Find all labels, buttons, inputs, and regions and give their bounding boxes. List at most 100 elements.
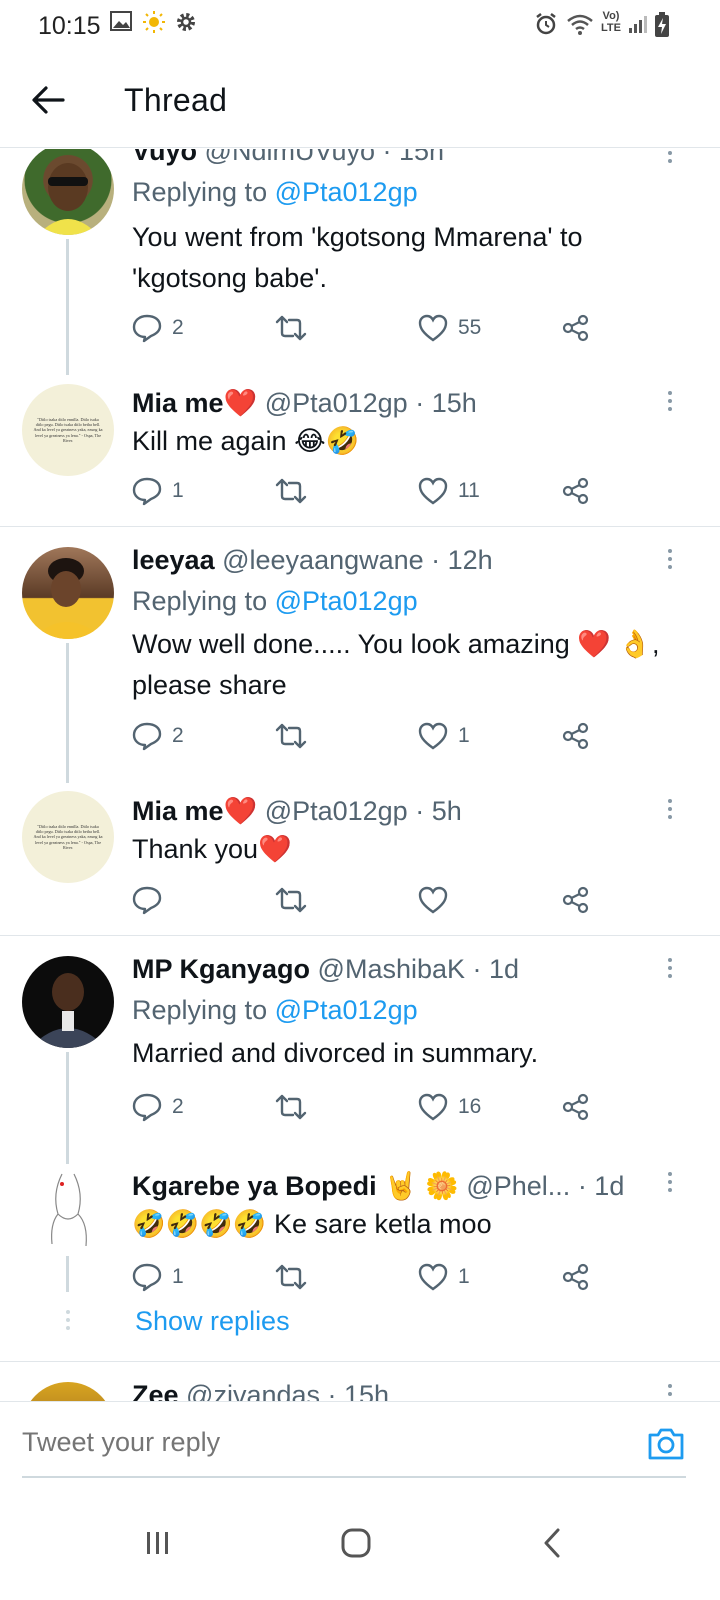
camera-button[interactable] — [646, 1426, 686, 1467]
more-vertical-icon[interactable] — [666, 799, 674, 823]
tweet-item[interactable]: Zee @zivandas · 15h — [0, 1362, 720, 1401]
author-name[interactable]: Zee — [132, 1380, 179, 1401]
author-name[interactable]: Mia me — [132, 388, 224, 418]
reply-button[interactable]: 2 — [132, 1090, 184, 1124]
like-button[interactable]: 11 — [418, 474, 480, 508]
retweet-button[interactable] — [274, 474, 308, 508]
share-button[interactable] — [562, 883, 590, 917]
like-button[interactable]: 1 — [418, 1260, 470, 1294]
avatar[interactable]: "Ditlo tsaka ditlo ennilla. Ditlo tsaka … — [22, 791, 114, 883]
retweet-button[interactable] — [274, 311, 308, 345]
like-count: 55 — [458, 316, 482, 339]
like-button[interactable]: 16 — [418, 1090, 481, 1124]
reply-count: 2 — [172, 316, 184, 339]
recent-apps-button[interactable] — [128, 1515, 188, 1571]
like-button[interactable]: 55 — [418, 311, 481, 345]
camera-icon — [648, 1428, 684, 1460]
retweet-button[interactable] — [274, 883, 308, 917]
retweet-icon — [275, 1094, 307, 1120]
author-name[interactable]: Kgarebe ya Bopedi — [132, 1171, 377, 1201]
share-button[interactable] — [562, 311, 590, 345]
reply-button[interactable] — [132, 883, 162, 917]
more-vertical-icon[interactable] — [666, 391, 674, 415]
mention-link[interactable]: @Pta012gp — [275, 177, 418, 207]
avatar[interactable] — [22, 1382, 114, 1401]
home-button[interactable] — [326, 1515, 386, 1571]
mention-link[interactable]: @Pta012gp — [275, 586, 418, 616]
show-replies-link[interactable]: Show replies — [135, 1306, 290, 1337]
tweet-item[interactable]: Vuyo @NdimUVuyo · 15h Replying to @Pta01… — [0, 149, 720, 379]
tweet-text: Wow well done..... You look amazing ❤️ 👌… — [132, 629, 660, 700]
heart-icon — [418, 477, 448, 505]
tweet-item[interactable]: "Ditlo tsaka ditlo ennilla. Ditlo tsaka … — [0, 379, 720, 525]
share-icon — [562, 1093, 589, 1121]
tweet-item[interactable]: MP Kganyago @MashibaK · 1d Replying to @… — [0, 936, 720, 1272]
more-vertical-icon[interactable] — [666, 958, 674, 982]
share-button[interactable] — [562, 1090, 590, 1124]
author-name[interactable]: MP Kganyago — [132, 954, 310, 984]
heart-icon — [418, 1093, 448, 1121]
avatar[interactable] — [22, 547, 114, 639]
reply-input-underline — [22, 1476, 686, 1478]
heart-icon — [418, 314, 448, 342]
tweet-item[interactable]: leeyaa @leeyaangwane · 12h Replying to @… — [0, 527, 720, 787]
reply-button[interactable]: 2 — [132, 311, 184, 345]
tweet-actions: 2 16 — [132, 1090, 602, 1124]
volte-lte-indicator: Vo) LTE — [601, 10, 621, 34]
share-icon — [562, 477, 589, 505]
more-vertical-icon[interactable] — [666, 549, 674, 573]
reply-button[interactable]: 1 — [132, 1260, 184, 1294]
tweet-actions: 2 55 — [132, 311, 602, 345]
like-count: 1 — [458, 1265, 470, 1288]
author-handle-time: @NdimUVuyo · 15h — [204, 149, 445, 166]
heart-icon — [418, 886, 448, 914]
like-button[interactable]: 1 — [418, 719, 470, 753]
more-vertical-icon[interactable] — [666, 151, 674, 167]
system-back-button[interactable] — [522, 1515, 582, 1571]
like-count: 16 — [458, 1095, 482, 1118]
reply-count: 1 — [172, 479, 184, 502]
arrow-left-icon — [32, 86, 65, 114]
author-handle-time: @leeyaangwane · 12h — [222, 545, 493, 575]
share-icon — [562, 314, 589, 342]
author-name[interactable]: Vuyo — [132, 149, 197, 166]
avatar[interactable]: "Ditlo tsaka ditlo ennilla. Ditlo tsaka … — [22, 384, 114, 476]
tweet-actions: 1 1 — [132, 1260, 602, 1294]
share-button[interactable] — [562, 1260, 590, 1294]
reply-button[interactable]: 1 — [132, 474, 184, 508]
reply-input[interactable] — [22, 1427, 582, 1458]
share-button[interactable] — [562, 474, 590, 508]
retweet-icon — [275, 723, 307, 749]
avatar[interactable] — [22, 1164, 114, 1256]
collapsed-thread-dots — [64, 1310, 72, 1334]
more-vertical-icon[interactable] — [666, 1172, 674, 1196]
comment-icon — [132, 1093, 162, 1122]
replying-to: Replying to @Pta012gp — [132, 177, 418, 207]
avatar[interactable] — [22, 956, 114, 1048]
back-button[interactable] — [26, 78, 70, 122]
author-name[interactable]: Mia me — [132, 796, 224, 826]
avatar[interactable] — [22, 149, 114, 235]
settings-gear-icon — [174, 10, 198, 39]
more-vertical-icon[interactable] — [666, 1384, 674, 1400]
like-button[interactable] — [418, 883, 448, 917]
author-handle-time: @MashibaK · 1d — [317, 954, 520, 984]
page-title: Thread — [124, 82, 228, 118]
signal-icon — [628, 14, 648, 39]
retweet-button[interactable] — [274, 719, 308, 753]
alarm-icon — [534, 12, 558, 41]
comment-icon — [132, 722, 162, 751]
avatar-quote-text: "Ditlo tsaka ditlo ennilla. Ditlo tsaka … — [33, 823, 103, 850]
author-name[interactable]: leeyaa — [132, 545, 215, 575]
retweet-button[interactable] — [274, 1260, 308, 1294]
share-button[interactable] — [562, 719, 590, 753]
retweet-button[interactable] — [274, 1090, 308, 1124]
tweet-text: 🤣🤣🤣🤣 Ke sare ketla moo — [132, 1209, 492, 1239]
tweet-item[interactable]: "Ditlo tsaka ditlo ennilla. Ditlo tsaka … — [0, 787, 720, 933]
tweet-item[interactable]: Kgarebe ya Bopedi 🤘 🌼 @Phel... · 1d 🤣🤣🤣🤣… — [0, 1156, 720, 1302]
mention-link[interactable]: @Pta012gp — [275, 995, 418, 1025]
reply-button[interactable]: 2 — [132, 719, 184, 753]
reply-composer — [0, 1401, 720, 1487]
comment-icon — [132, 886, 162, 915]
thread-list[interactable]: Vuyo @NdimUVuyo · 15h Replying to @Pta01… — [0, 149, 720, 1401]
